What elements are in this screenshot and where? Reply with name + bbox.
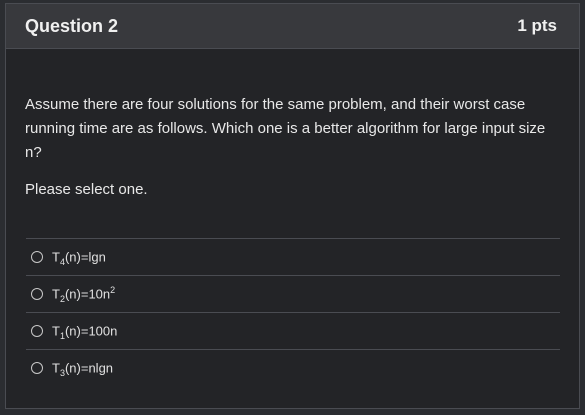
answer-option-1[interactable]: T4(n)=lgn [26, 238, 560, 275]
radio-button-icon[interactable] [31, 362, 43, 374]
question-card: Question 2 1 pts Assume there are four s… [5, 3, 580, 409]
question-instruction: Please select one. [25, 181, 148, 198]
question-text: Assume there are four solutions for the … [25, 96, 546, 161]
answer-label: T4(n)=lgn [52, 248, 106, 267]
answer-option-4[interactable]: T3(n)=nlgn [26, 349, 560, 386]
question-body: Assume there are four solutions for the … [6, 49, 579, 386]
answer-label: T1(n)=100n [52, 322, 118, 341]
answer-label: T3(n)=nlgn [52, 359, 114, 378]
question-points: 1 pts [517, 16, 557, 35]
question-title: Question 2 [25, 15, 119, 36]
radio-button-icon[interactable] [31, 325, 43, 337]
answer-option-2[interactable]: T2(n)=10n2 [26, 275, 560, 312]
radio-button-icon[interactable] [31, 288, 43, 300]
question-header: Question 2 1 pts [6, 4, 579, 49]
answer-option-3[interactable]: T1(n)=100n [26, 312, 560, 349]
radio-button-icon[interactable] [31, 251, 43, 263]
answer-list: T4(n)=lgn T2(n)=10n2 T1(n)=100n T3(n)=nl… [26, 238, 560, 386]
answer-label: T2(n)=10n2 [52, 284, 116, 304]
